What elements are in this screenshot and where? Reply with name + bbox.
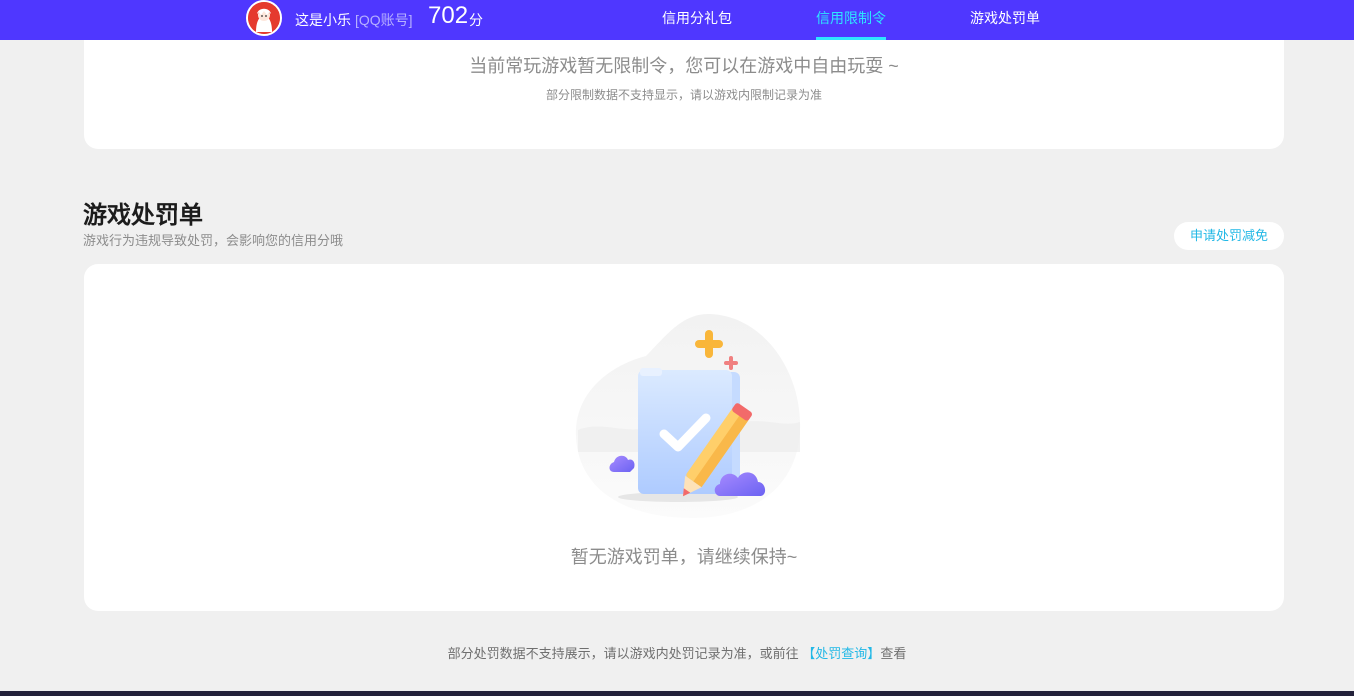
penalty-empty-text: 暂无游戏罚单，请继续保持~ <box>570 547 798 567</box>
apply-penalty-reduction-button[interactable]: 申请处罚减免 <box>1174 222 1284 250</box>
credit-score-value: 702 <box>428 2 469 29</box>
tab-credit-gift[interactable]: 信用分礼包 <box>662 0 732 40</box>
user-name: 这是小乐 <box>295 12 351 28</box>
tab-label: 游戏处罚单 <box>970 10 1040 26</box>
footer-note-text: 部分处罚数据不支持展示，请以游戏内处罚记录为准，或前往 <box>447 646 799 661</box>
credit-score-unit: 分 <box>469 12 483 28</box>
footer-note-suffix: 查看 <box>880 646 907 661</box>
limit-empty-title: 当前常玩游戏暂无限制令，您可以在游戏中自由玩耍 ~ <box>469 56 899 76</box>
penalty-query-link[interactable]: 【处罚查询】 <box>802 646 880 661</box>
top-nav-bar: 这是小乐 [QQ账号] 702 分 信用分礼包 信用限制令 游戏处罚单 <box>0 0 1354 40</box>
bottom-strip <box>0 691 1354 696</box>
section-subtitle: 游戏行为违规导致处罚，会影响您的信用分哦 <box>83 233 344 248</box>
limit-card: 当前常玩游戏暂无限制令，您可以在游戏中自由玩耍 ~ 部分限制数据不支持显示，请以… <box>84 40 1284 149</box>
tab-label: 信用分礼包 <box>662 10 732 26</box>
tab-credit-limit[interactable]: 信用限制令 <box>816 0 886 40</box>
account-type: [QQ账号] <box>355 12 413 28</box>
avatar-icon <box>248 2 280 34</box>
clipboard-check-pencil-illustration <box>575 313 801 518</box>
section-title: 游戏处罚单 <box>83 202 203 229</box>
tab-game-penalty[interactable]: 游戏处罚单 <box>970 0 1040 40</box>
user-avatar[interactable] <box>246 0 282 36</box>
limit-empty-subtitle: 部分限制数据不支持显示，请以游戏内限制记录为准 <box>545 88 822 102</box>
footer-note: 部分处罚数据不支持展示，请以游戏内处罚记录为准，或前往 【处罚查询】查看 <box>0 643 1354 662</box>
penalty-card: 暂无游戏罚单，请继续保持~ <box>84 264 1284 611</box>
tab-label: 信用限制令 <box>816 10 886 26</box>
